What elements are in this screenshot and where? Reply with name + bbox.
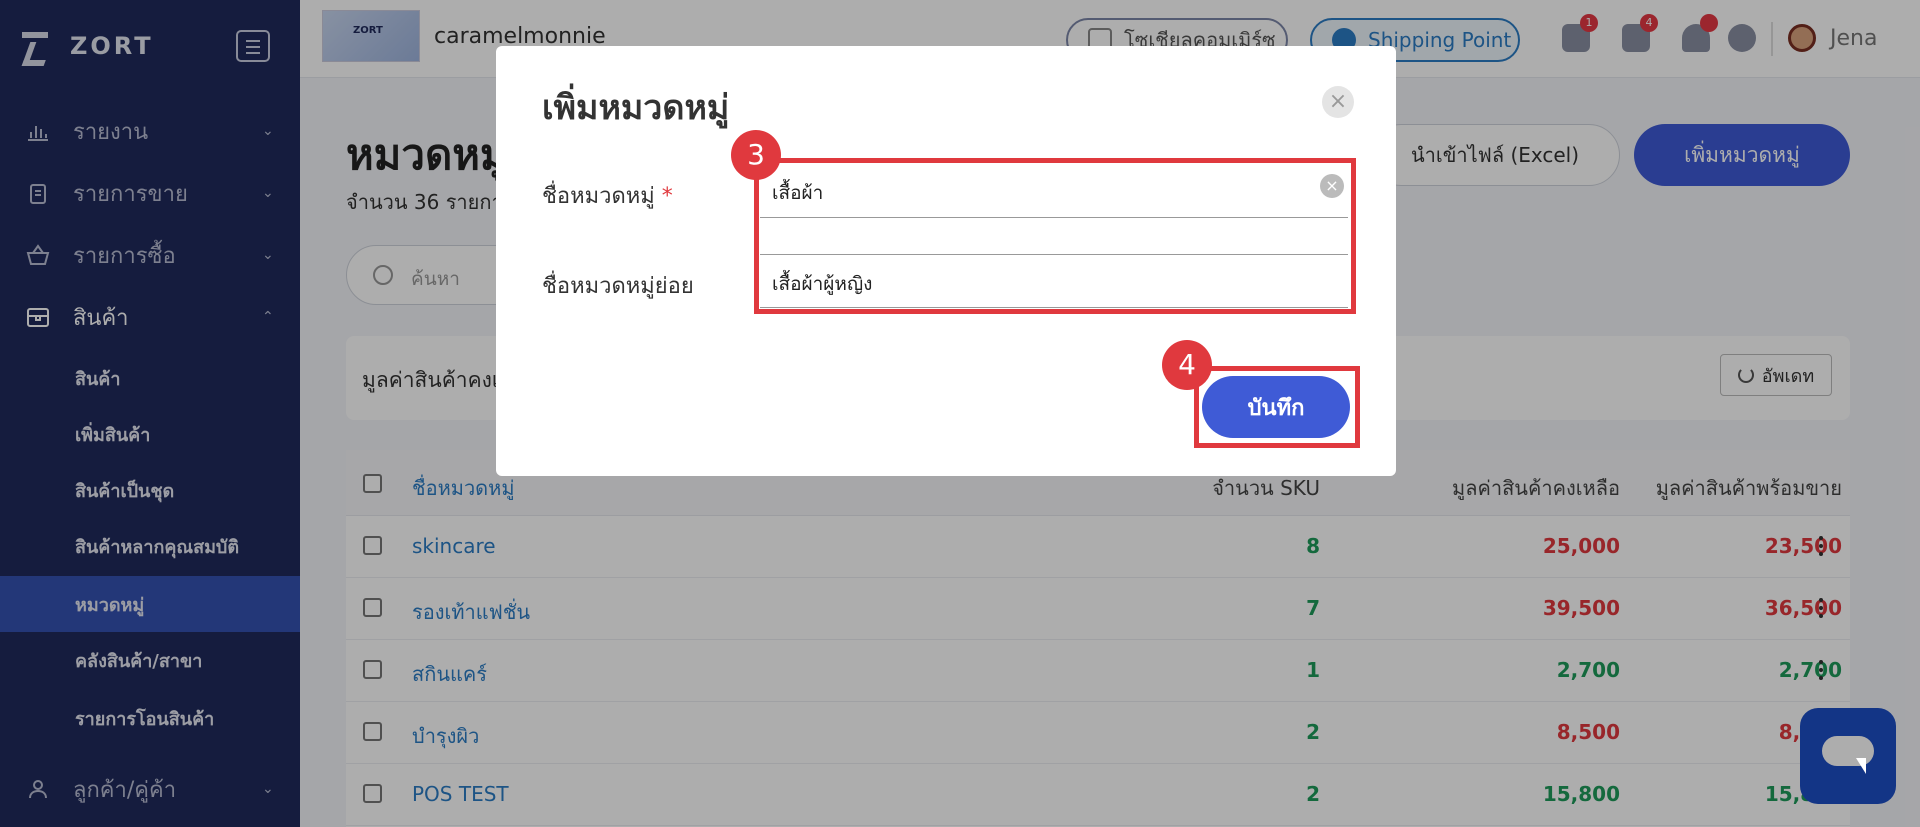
required-mark: * bbox=[661, 184, 673, 209]
category-name-label-text: ชื่อหมวดหมู่ bbox=[542, 184, 655, 209]
highlight-box-save bbox=[1194, 366, 1360, 448]
category-name-label: ชื่อหมวดหมู่ * bbox=[542, 178, 673, 213]
close-icon[interactable]: × bbox=[1322, 86, 1354, 118]
step-marker-3: 3 bbox=[731, 130, 781, 180]
add-category-modal: เพิ่มหมวดหมู่ × ชื่อหมวดหมู่ * เสื้อผ้า … bbox=[496, 46, 1396, 476]
highlight-box-fields bbox=[754, 158, 1356, 314]
modal-title: เพิ่มหมวดหมู่ bbox=[542, 88, 730, 128]
subcategory-name-label: ชื่อหมวดหมู่ย่อย bbox=[542, 274, 694, 299]
step-marker-4: 4 bbox=[1162, 340, 1212, 390]
